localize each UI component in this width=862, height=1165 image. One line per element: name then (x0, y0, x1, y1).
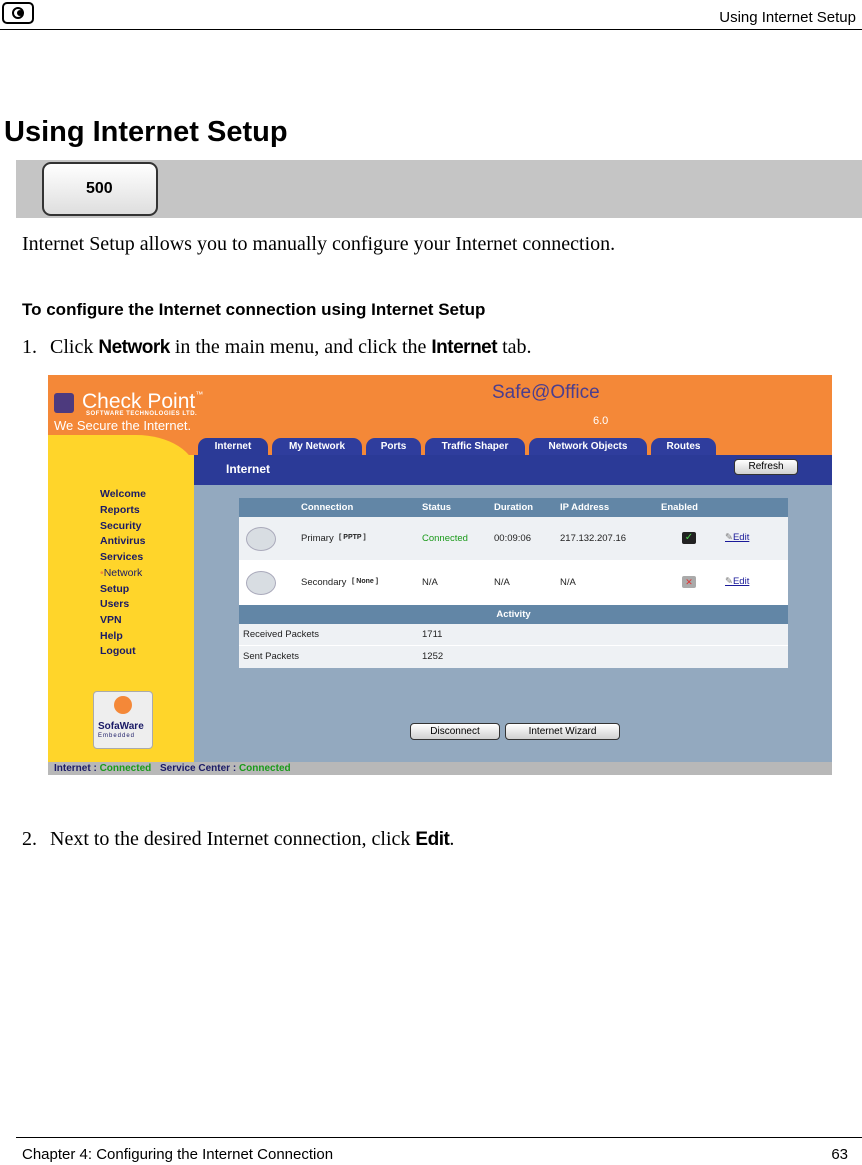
table-header: Connection Status Duration IP Address En… (239, 498, 788, 517)
command-network: Network (98, 337, 170, 358)
procedure-title: To configure the Internet connection usi… (22, 300, 486, 319)
disabled-checkbox-icon[interactable]: ✕ (682, 576, 696, 588)
conn-status: Connected (422, 533, 468, 544)
footer-page-number: 63 (831, 1146, 848, 1163)
conn-type: [ PPTP ] (339, 534, 366, 541)
menu-welcome[interactable]: Welcome (100, 488, 146, 500)
connection-icon (246, 571, 276, 595)
conn-duration: 00:09:06 (494, 533, 531, 544)
header-rule (0, 29, 862, 30)
menu-users[interactable]: Users (100, 598, 129, 610)
step-text: . (449, 828, 455, 850)
conn-name: Secondary (301, 577, 347, 588)
page-title: Using Internet Setup (4, 116, 288, 148)
model-badge: 500 (42, 162, 158, 216)
menu-help[interactable]: Help (100, 630, 123, 642)
tab-traffic-shaper[interactable]: Traffic Shaper (425, 438, 525, 455)
command-edit: Edit (415, 829, 450, 850)
menu-logout[interactable]: Logout (100, 645, 136, 657)
step-number: 2. (22, 828, 37, 850)
step-number: 1. (22, 336, 37, 358)
activity-label: Received Packets (243, 629, 320, 640)
activity-value: 1711 (422, 629, 443, 640)
brand-subtitle: SOFTWARE TECHNOLOGIES LTD. (86, 411, 198, 417)
checkpoint-logo-icon (54, 393, 74, 413)
conn-ip: 217.132.207.16 (560, 533, 627, 544)
activity-label: Sent Packets (243, 651, 299, 662)
activity-value: 1252 (422, 651, 444, 662)
disconnect-button[interactable]: Disconnect (410, 723, 500, 740)
sofaware-sub: Embedded (98, 733, 136, 739)
refresh-button[interactable]: Refresh (734, 459, 798, 475)
status-service-center-label: Service Center : (160, 763, 239, 774)
connection-icon (246, 527, 276, 551)
col-status: Status (422, 502, 452, 513)
model-bar: 500 (16, 160, 862, 218)
menu-network-label: Network (103, 567, 143, 579)
table-row: Sent Packets 1252 (239, 646, 788, 668)
conn-type: [ None ] (352, 578, 379, 585)
section-title: Internet (226, 462, 271, 476)
pencil-icon: ✎ (725, 576, 733, 587)
status-service-center-value: Connected (238, 763, 291, 774)
product-name: Safe@Office (492, 382, 600, 403)
menu-reports[interactable]: Reports (100, 504, 140, 516)
tab-network-objects[interactable]: Network Objects (529, 438, 647, 455)
connections-table: Connection Status Duration IP Address En… (239, 498, 788, 668)
pencil-icon: ✎ (725, 532, 733, 543)
sofaware-mascot-icon (114, 696, 132, 714)
app-screenshot: Check Point™ SOFTWARE TECHNOLOGIES LTD. … (48, 375, 832, 775)
step-text: Next to the desired Internet connection,… (50, 828, 416, 850)
command-internet: Internet (431, 337, 498, 358)
running-header: Using Internet Setup (719, 9, 856, 26)
col-ip-address: IP Address (560, 502, 610, 513)
step-text: tab. (497, 336, 532, 358)
status-internet-label: Internet : (54, 763, 100, 774)
brand-name: Check Point (82, 390, 196, 413)
menu-setup[interactable]: Setup (100, 583, 129, 595)
status-bar: Internet : Connected Service Center : Co… (48, 762, 832, 775)
edit-label: Edit (732, 576, 750, 587)
step-text: Click (50, 336, 99, 358)
col-duration: Duration (494, 502, 534, 513)
table-row: Secondary [ None ] N/A N/A N/A ✕ ✎Edit (239, 561, 788, 604)
step-1: 1. Click Network in the main menu, and cl… (22, 336, 532, 359)
menu-network[interactable]: •Network (100, 567, 142, 579)
conn-ip: N/A (560, 577, 576, 588)
activity-header: Activity (239, 605, 788, 624)
col-connection: Connection (301, 502, 354, 513)
conn-duration: N/A (494, 577, 510, 588)
sofaware-logo: SofaWare Embedded (93, 691, 153, 749)
intro-paragraph: Internet Setup allows you to manually co… (22, 233, 616, 255)
table-row: Primary [ PPTP ] Connected 00:09:06 217.… (239, 517, 788, 560)
tab-internet[interactable]: Internet (198, 438, 268, 455)
sofaware-name: SofaWare (98, 721, 144, 732)
footer-chapter: Chapter 4: Configuring the Internet Conn… (22, 1146, 334, 1163)
tab-routes[interactable]: Routes (651, 438, 716, 455)
menu-services[interactable]: Services (100, 551, 143, 563)
footer-rule (16, 1137, 862, 1138)
step-2: 2. Next to the desired Internet connectio… (22, 828, 454, 851)
edit-link-primary[interactable]: ✎Edit (725, 532, 749, 543)
conn-status: N/A (422, 577, 438, 588)
step-text: in the main menu, and click the (169, 336, 432, 358)
enabled-checkbox-icon[interactable]: ✓ (682, 532, 696, 544)
menu-vpn[interactable]: VPN (100, 614, 122, 626)
tab-my-network[interactable]: My Network (272, 438, 362, 455)
menu-antivirus[interactable]: Antivirus (100, 535, 146, 547)
internet-wizard-button[interactable]: Internet Wizard (505, 723, 620, 740)
col-enabled: Enabled (661, 502, 698, 513)
conn-name: Primary (301, 533, 334, 544)
tab-ports[interactable]: Ports (366, 438, 421, 455)
table-row: Received Packets 1711 (239, 624, 788, 645)
edit-link-secondary[interactable]: ✎Edit (725, 576, 749, 587)
product-version: 6.0 (593, 415, 609, 427)
brand-tagline: We Secure the Internet. (54, 418, 192, 433)
edit-label: Edit (732, 532, 750, 543)
menu-security[interactable]: Security (100, 520, 141, 532)
section-bar: Internet Refresh (194, 455, 832, 485)
manual-logo-icon (2, 2, 34, 24)
status-internet-value: Connected (99, 763, 152, 774)
brand-tm: ™ (195, 390, 204, 399)
